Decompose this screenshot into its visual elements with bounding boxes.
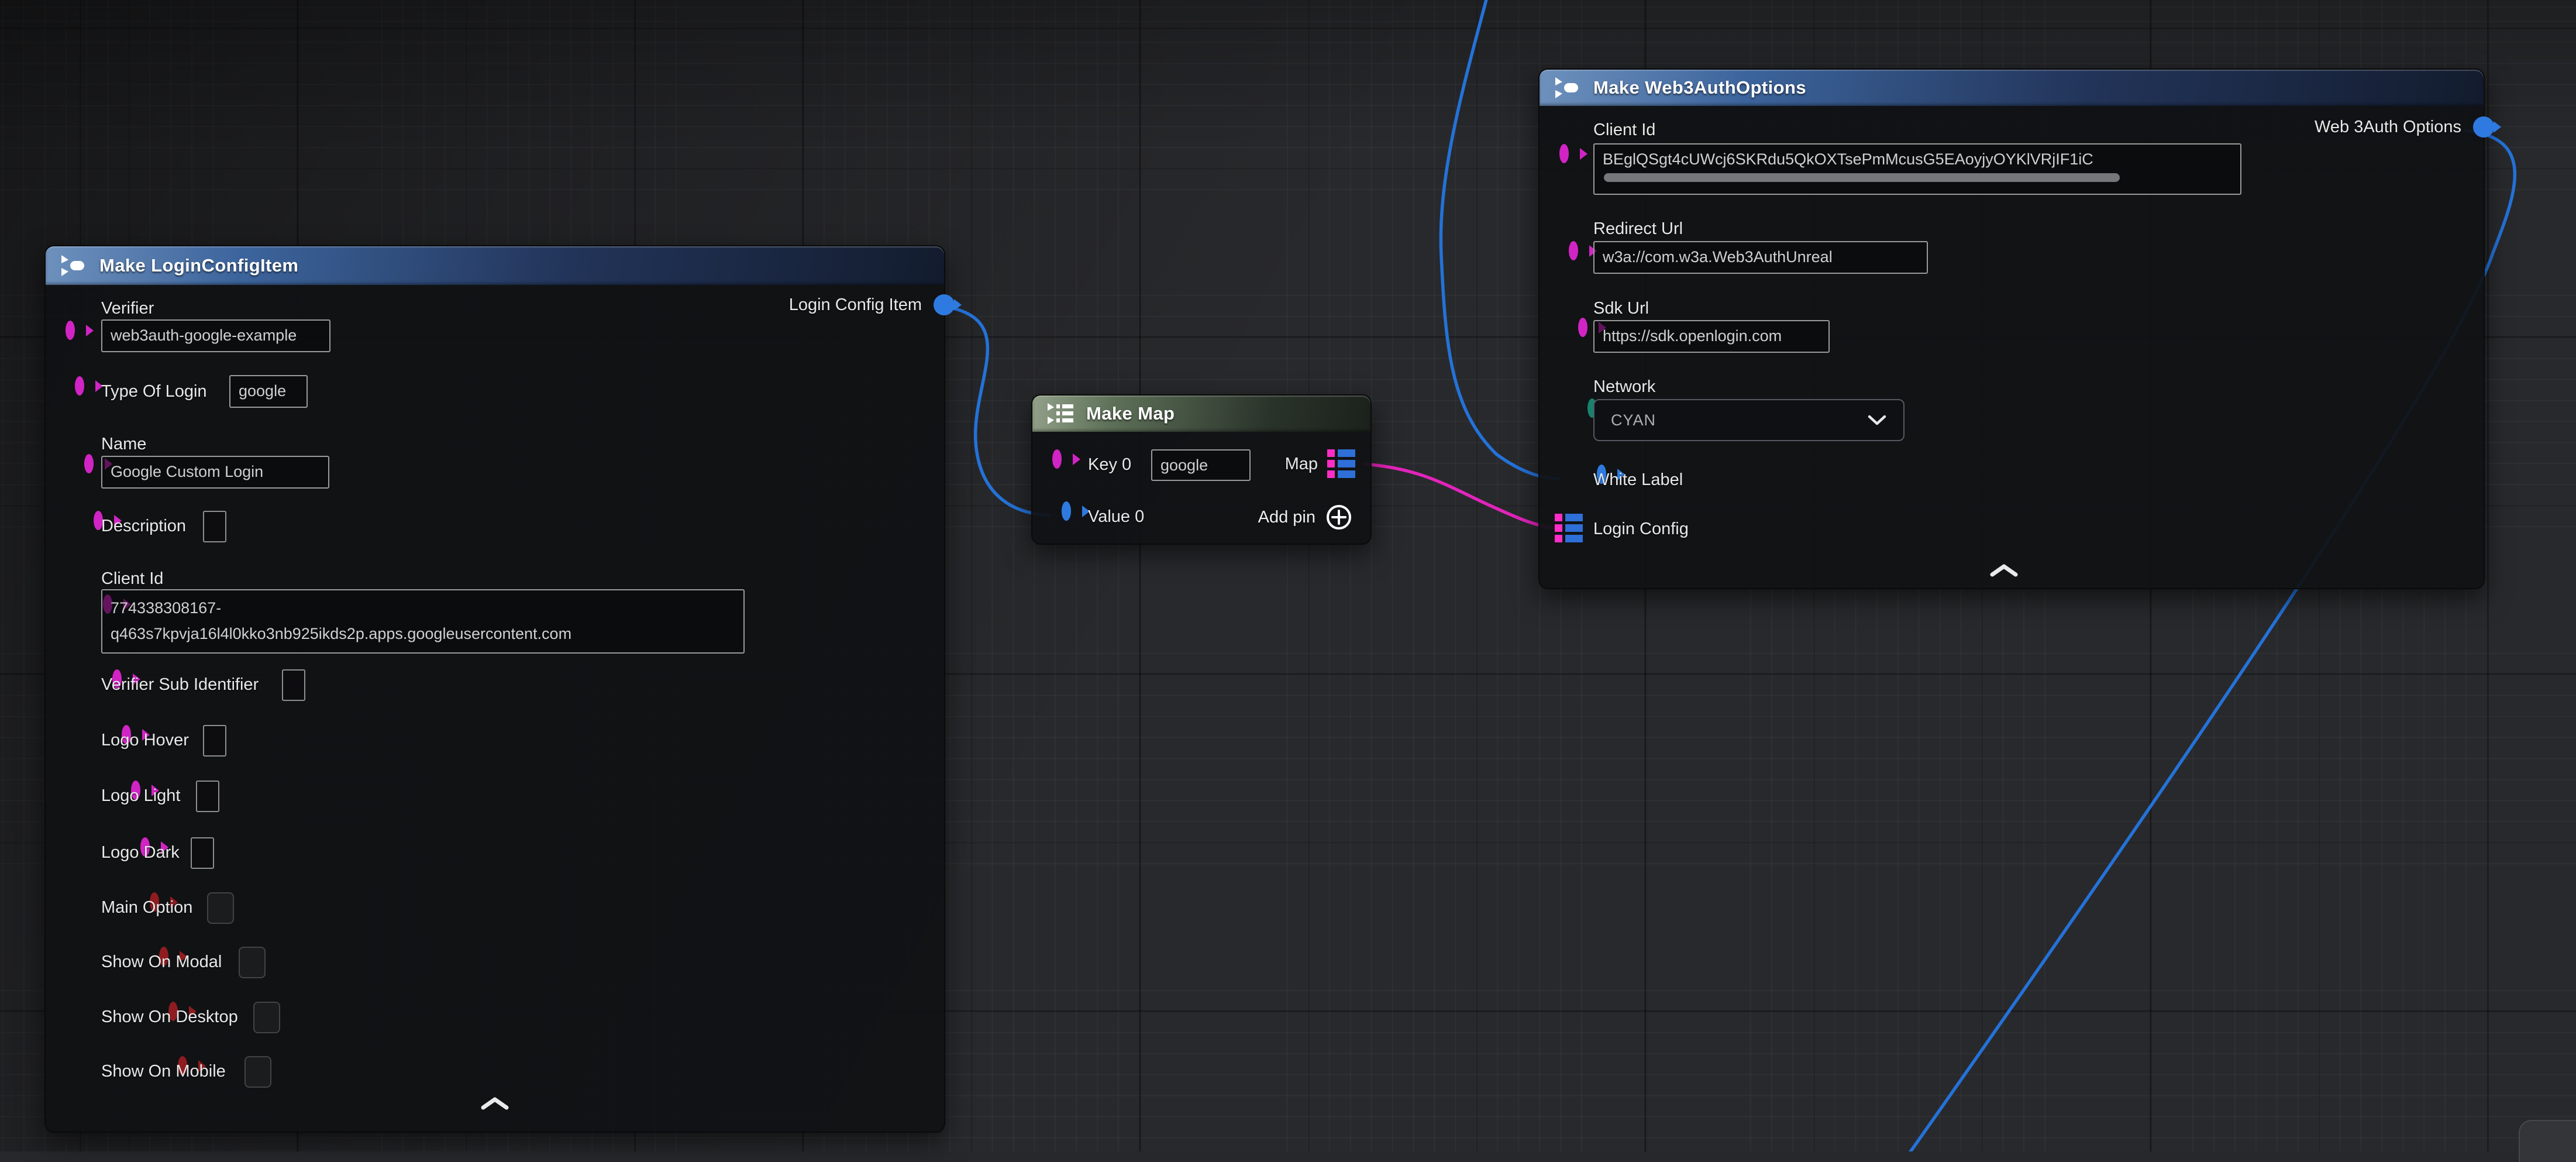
node-header[interactable]: Make Map — [1032, 396, 1370, 432]
key0-pin[interactable] — [1052, 449, 1062, 469]
sdk-url-pin[interactable] — [1578, 318, 1587, 337]
map-output-pin[interactable] — [1327, 449, 1355, 478]
redirect-url-label: Redirect Url — [1593, 217, 1683, 240]
client-id-label: Client Id — [101, 567, 163, 590]
main-option-checkbox[interactable] — [207, 892, 234, 924]
make-struct-icon — [1554, 75, 1582, 100]
network-dropdown[interactable]: CYAN — [1593, 399, 1905, 441]
verifier-label: Verifier — [101, 297, 154, 320]
pin-row-web3auth-options-out: Web 3Auth Options — [2315, 115, 2494, 139]
map-output-label: Map — [1285, 452, 1318, 476]
value0-label: Value 0 — [1088, 505, 1144, 528]
node-title: Make LoginConfigItem — [99, 255, 298, 276]
client-id-value: BEglQSgt4cUWcj6SKRdu5QkOXTsePmMcusG5EAoy… — [1603, 149, 2232, 169]
client-id-line1: 774338308167- — [111, 595, 735, 621]
chevron-down-icon — [1867, 414, 1887, 426]
node-make-loginconfigitem[interactable]: Make LoginConfigItem Login Config Item V… — [44, 245, 945, 1133]
redirect-url-pin[interactable] — [1569, 241, 1578, 260]
description-label: Description — [101, 514, 186, 538]
main-option-label: Main Option — [101, 896, 192, 919]
verifier-pin[interactable] — [66, 321, 75, 340]
show-on-modal-label: Show On Modal — [101, 950, 222, 974]
show-on-desktop-label: Show On Desktop — [101, 1005, 238, 1029]
logo-hover-label: Logo Hover — [101, 728, 189, 752]
name-field[interactable]: Google Custom Login — [101, 456, 329, 489]
collapse-chevron-up-icon[interactable] — [1989, 563, 2019, 578]
white-label-label: White Label — [1593, 468, 1683, 491]
login-config-label: Login Config — [1593, 517, 1689, 541]
show-on-desktop-checkbox[interactable] — [253, 1002, 280, 1033]
web3auth-options-output-label: Web 3Auth Options — [2315, 115, 2461, 139]
logo-light-label: Logo Light — [101, 784, 180, 807]
pin-row-map-out: Map — [1285, 449, 1355, 478]
pin-row-login-config-item-out: Login Config Item — [789, 293, 955, 317]
client-id-pin[interactable] — [1559, 144, 1569, 163]
logo-light-field[interactable] — [196, 781, 219, 812]
make-map-icon — [1046, 402, 1075, 425]
show-on-mobile-checkbox[interactable] — [244, 1056, 271, 1088]
client-id-scrollbar[interactable] — [1604, 173, 2120, 182]
collapse-chevron-up-icon[interactable] — [480, 1096, 510, 1111]
network-selected-value: CYAN — [1611, 411, 1656, 429]
sdk-url-field[interactable]: https://sdk.openlogin.com — [1593, 320, 1830, 353]
logo-dark-label: Logo Dark — [101, 841, 180, 864]
node-title: Make Map — [1086, 403, 1175, 424]
show-on-modal-checkbox[interactable] — [239, 947, 266, 978]
verifier-field[interactable]: web3auth-google-example — [101, 319, 330, 352]
value0-pin[interactable] — [1062, 501, 1071, 521]
offscreen-node-corner[interactable] — [2519, 1120, 2576, 1162]
output-pin-label: Login Config Item — [789, 293, 922, 317]
type-of-login-pin[interactable] — [75, 376, 84, 396]
type-of-login-field[interactable]: google — [229, 375, 308, 408]
login-config-item-output-pin[interactable] — [934, 294, 955, 315]
type-of-login-label: Type Of Login — [101, 380, 207, 403]
make-struct-icon — [60, 253, 88, 278]
node-make-web3authoptions[interactable]: Make Web3AuthOptions Web 3Auth Options C… — [1538, 68, 2485, 589]
logo-dark-field[interactable] — [191, 837, 214, 869]
client-id-label: Client Id — [1593, 118, 1655, 142]
add-pin-plus-icon — [1325, 503, 1353, 531]
network-label: Network — [1593, 375, 1655, 398]
verifier-sub-identifier-label: Verifier Sub Identifier — [101, 673, 259, 696]
sdk-url-label: Sdk Url — [1593, 297, 1649, 320]
web3auth-options-output-pin[interactable] — [2473, 116, 2494, 137]
verifier-sub-identifier-field[interactable] — [282, 669, 305, 701]
add-pin-label: Add pin — [1258, 508, 1315, 527]
key0-label: Key 0 — [1088, 453, 1131, 476]
client-id-field[interactable]: BEglQSgt4cUWcj6SKRdu5QkOXTsePmMcusG5EAoy… — [1593, 143, 2241, 195]
show-on-mobile-label: Show On Mobile — [101, 1060, 226, 1083]
name-pin[interactable] — [84, 454, 94, 473]
node-title: Make Web3AuthOptions — [1593, 77, 1806, 98]
add-pin-button[interactable]: Add pin — [1258, 503, 1353, 531]
description-field[interactable] — [203, 511, 226, 542]
node-make-map[interactable]: Make Map Key 0 google Map Value 0 Add pi… — [1031, 394, 1372, 545]
client-id-field[interactable]: 774338308167- q463s7kpvja16l4l0kko3nb925… — [101, 589, 745, 654]
node-header[interactable]: Make LoginConfigItem — [46, 246, 944, 285]
node-header[interactable]: Make Web3AuthOptions — [1540, 70, 2484, 106]
logo-hover-field[interactable] — [203, 725, 226, 757]
key0-field[interactable]: google — [1151, 449, 1251, 481]
redirect-url-field[interactable]: w3a://com.w3a.Web3AuthUnreal — [1593, 241, 1928, 274]
login-config-pin[interactable] — [1555, 514, 1583, 542]
client-id-line2: q463s7kpvja16l4l0kko3nb925ikds2p.apps.go… — [111, 621, 735, 647]
name-label: Name — [101, 432, 146, 456]
